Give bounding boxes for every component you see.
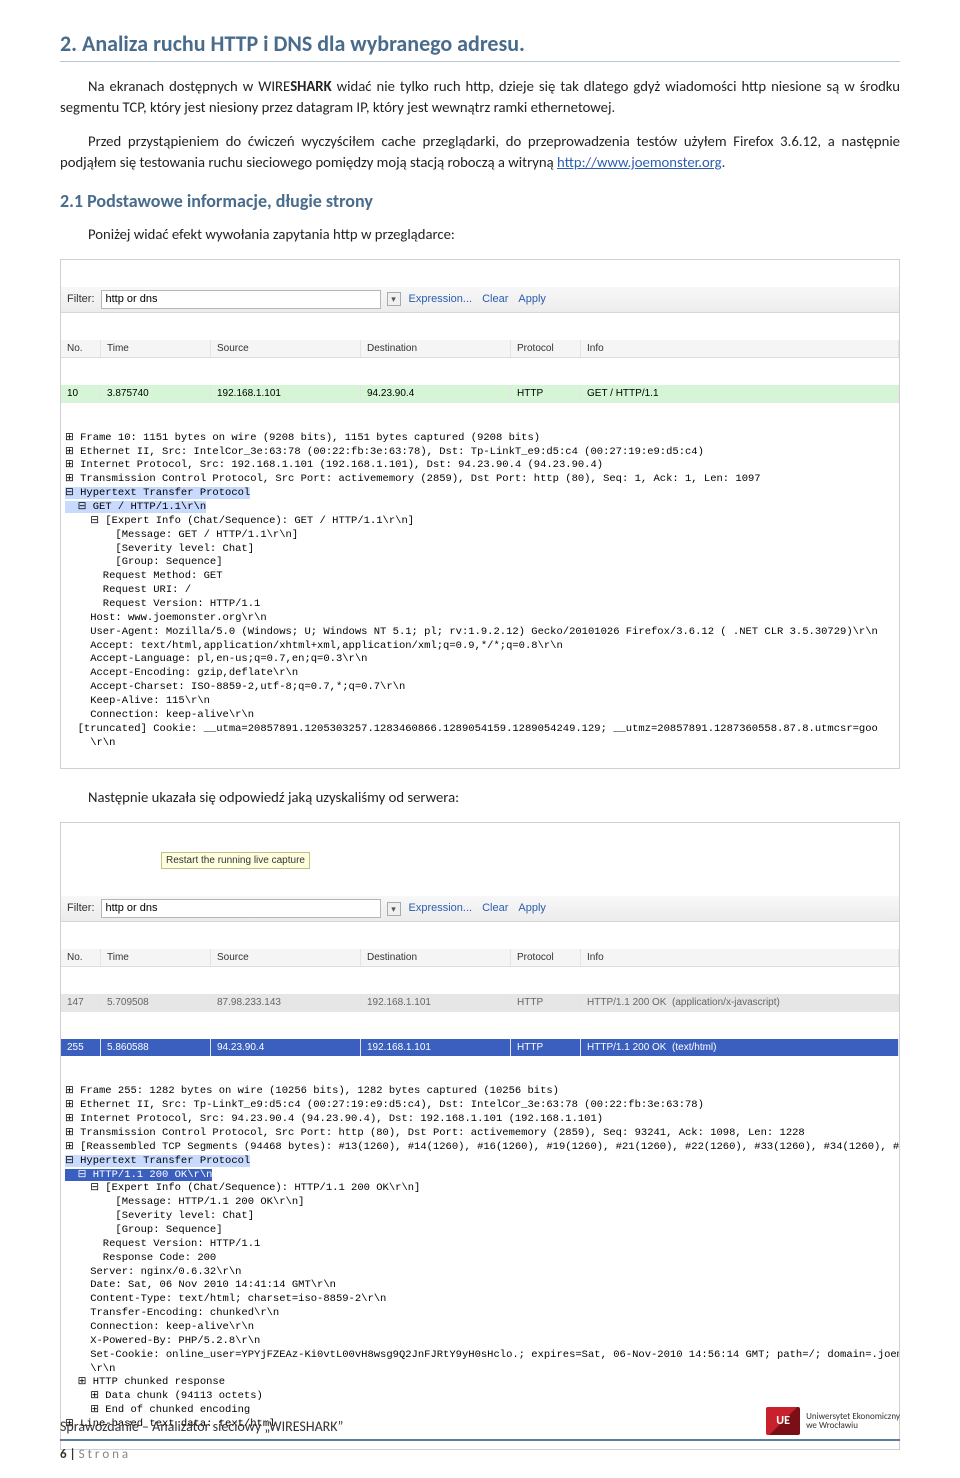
col-src: Source bbox=[211, 949, 361, 967]
cell-dst: 192.168.1.101 bbox=[361, 1039, 511, 1057]
cell-proto: HTTP bbox=[511, 994, 581, 1012]
heading-2: 2.1 Podstawowe informacje, długie strony bbox=[60, 190, 900, 212]
logo-text: Uniwersytet Ekonomiczny we Wrocławiu bbox=[806, 1412, 900, 1432]
filter-input[interactable] bbox=[101, 290, 381, 309]
cell-time: 5.860588 bbox=[101, 1039, 211, 1057]
paragraph-before-ws1: Poniżej widać efekt wywołania zapytania … bbox=[60, 224, 900, 245]
text: Przed przystąpieniem do ćwiczeń wyczyści… bbox=[60, 132, 900, 171]
logo-line2: we Wrocławiu bbox=[806, 1421, 900, 1431]
apply-button[interactable]: Apply bbox=[516, 900, 548, 917]
clear-button[interactable]: Clear bbox=[480, 900, 510, 917]
cell-time: 3.875740 bbox=[101, 385, 211, 403]
packet-details: ⊞ Frame 10: 1151 bytes on wire (9208 bit… bbox=[61, 430, 899, 755]
detail-lines: ⊞ Frame 10: 1151 bytes on wire (9208 bit… bbox=[65, 432, 761, 486]
cell-no: 255 bbox=[61, 1039, 101, 1057]
detail-rest: Server: nginx/0.6.32\r\n Date: Sat, 06 N… bbox=[65, 1266, 900, 1430]
cell-info: GET / HTTP/1.1 bbox=[581, 385, 899, 403]
col-time: Time bbox=[101, 949, 211, 967]
wireshark-toolbar: Filter: ▾ Expression... Clear Apply bbox=[61, 896, 899, 922]
col-dst: Destination bbox=[361, 340, 511, 358]
page-number-label: S t r o n a bbox=[79, 1447, 128, 1462]
detail-get-line: ⊟ GET / HTTP/1.1\r\n bbox=[65, 501, 206, 513]
logo-mark-icon bbox=[766, 1407, 800, 1435]
filter-input[interactable] bbox=[101, 899, 381, 918]
paragraph-intro: Na ekranach dostępnych w WIRESHARK widać… bbox=[60, 76, 900, 117]
filter-label: Filter: bbox=[67, 901, 95, 916]
packet-row-selected[interactable]: 255 5.860588 94.23.90.4 192.168.1.101 HT… bbox=[61, 1039, 899, 1057]
heading-1: 2. Analiza ruchu HTTP i DNS dla wybraneg… bbox=[60, 30, 900, 62]
cell-info: HTTP/1.1 200 OK (text/html) bbox=[581, 1039, 899, 1057]
cell-dst: 192.168.1.101 bbox=[361, 994, 511, 1012]
col-time: Time bbox=[101, 340, 211, 358]
paragraph-setup: Przed przystąpieniem do ćwiczeń wyczyści… bbox=[60, 131, 900, 172]
text: Na ekranach dostępnych w WIRE bbox=[88, 77, 290, 95]
link-joemonster[interactable]: http://www.joemonster.org bbox=[557, 153, 722, 171]
detail-hypertext: ⊟ Hypertext Transfer Protocol bbox=[65, 487, 250, 499]
col-no: No. bbox=[61, 340, 101, 358]
text: . bbox=[722, 153, 726, 171]
detail-hypertext: ⊟ Hypertext Transfer Protocol bbox=[65, 1155, 250, 1167]
logo-line1: Uniwersytet Ekonomiczny bbox=[806, 1412, 900, 1422]
page-number: 6 | S t r o n a bbox=[60, 1447, 900, 1462]
wireshark-screenshot-request: Filter: ▾ Expression... Clear Apply No. … bbox=[60, 259, 900, 769]
cell-no: 10 bbox=[61, 385, 101, 403]
col-proto: Protocol bbox=[511, 949, 581, 967]
col-dst: Destination bbox=[361, 949, 511, 967]
col-info: Info bbox=[581, 949, 899, 967]
wireshark-screenshot-response: Restart the running live capture Filter:… bbox=[60, 822, 900, 1451]
apply-button[interactable]: Apply bbox=[516, 291, 548, 308]
text-bold: SHARK bbox=[290, 77, 331, 95]
col-no: No. bbox=[61, 949, 101, 967]
cell-dst: 94.23.90.4 bbox=[361, 385, 511, 403]
footer-logo: Uniwersytet Ekonomiczny we Wrocławiu bbox=[766, 1407, 900, 1435]
detail-expert: ⊟ [Expert Info (Chat/Sequence): GET / HT… bbox=[65, 515, 414, 610]
cell-info: HTTP/1.1 200 OK (application/x-javascrip… bbox=[581, 994, 899, 1012]
page-number-value: 6 | bbox=[60, 1447, 79, 1462]
page-footer: Sprawozdanie – Analizator sieciowy „WIRE… bbox=[60, 1407, 900, 1462]
detail-ok-line: ⊟ HTTP/1.1 200 OK\r\n bbox=[65, 1169, 212, 1181]
packet-details: ⊞ Frame 255: 1282 bytes on wire (10256 b… bbox=[61, 1083, 899, 1435]
dropdown-icon[interactable]: ▾ bbox=[387, 902, 401, 916]
cell-proto: HTTP bbox=[511, 385, 581, 403]
col-src: Source bbox=[211, 340, 361, 358]
packet-list-header: No. Time Source Destination Protocol Inf… bbox=[61, 340, 899, 359]
filter-label: Filter: bbox=[67, 292, 95, 307]
detail-expert: ⊟ [Expert Info (Chat/Sequence): HTTP/1.1… bbox=[65, 1182, 420, 1263]
clear-button[interactable]: Clear bbox=[480, 291, 510, 308]
detail-rest: Host: www.joemonster.org\r\n User-Agent:… bbox=[65, 612, 878, 749]
cell-time: 5.709508 bbox=[101, 994, 211, 1012]
cell-src: 87.98.233.143 bbox=[211, 994, 361, 1012]
detail-lines: ⊞ Frame 255: 1282 bytes on wire (10256 b… bbox=[65, 1085, 900, 1152]
footer-title: Sprawozdanie – Analizator sieciowy „WIRE… bbox=[60, 1418, 343, 1435]
dropdown-icon[interactable]: ▾ bbox=[387, 292, 401, 306]
packet-list-header: No. Time Source Destination Protocol Inf… bbox=[61, 949, 899, 968]
packet-row[interactable]: 147 5.709508 87.98.233.143 192.168.1.101… bbox=[61, 994, 899, 1012]
cell-proto: HTTP bbox=[511, 1039, 581, 1057]
cell-src: 192.168.1.101 bbox=[211, 385, 361, 403]
paragraph-before-ws2: Następnie ukazała się odpowiedź jaką uzy… bbox=[60, 787, 900, 808]
col-info: Info bbox=[581, 340, 899, 358]
packet-row[interactable]: 10 3.875740 192.168.1.101 94.23.90.4 HTT… bbox=[61, 385, 899, 403]
expression-button[interactable]: Expression... bbox=[407, 900, 475, 917]
cell-src: 94.23.90.4 bbox=[211, 1039, 361, 1057]
col-proto: Protocol bbox=[511, 340, 581, 358]
tooltip: Restart the running live capture bbox=[161, 852, 310, 870]
wireshark-toolbar: Filter: ▾ Expression... Clear Apply bbox=[61, 287, 899, 313]
cell-no: 147 bbox=[61, 994, 101, 1012]
expression-button[interactable]: Expression... bbox=[407, 291, 475, 308]
